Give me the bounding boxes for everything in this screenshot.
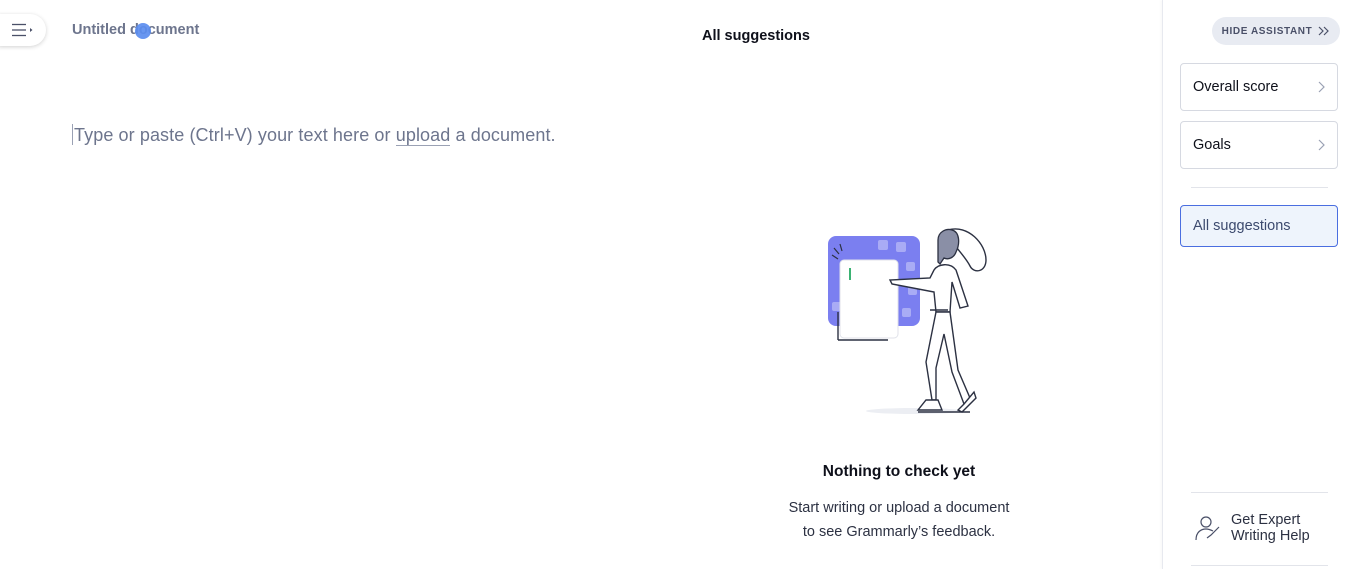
- main-menu-button[interactable]: [0, 14, 46, 46]
- empty-state-description: Start writing or upload a document to se…: [722, 496, 1076, 544]
- editor-text-area[interactable]: Type or paste (Ctrl+V) your text here or…: [72, 124, 556, 146]
- editor-placeholder-text: Type or paste (Ctrl+V) your text here or: [74, 125, 396, 145]
- overall-score-card[interactable]: Overall score: [1180, 63, 1338, 111]
- goals-label: Goals: [1193, 137, 1231, 153]
- sidebar-divider: [1191, 565, 1328, 566]
- hide-assistant-button[interactable]: HIDE ASSISTANT: [1212, 17, 1340, 45]
- expert-help-line-1: Get Expert: [1231, 512, 1301, 528]
- hide-assistant-label: HIDE ASSISTANT: [1221, 25, 1313, 37]
- goals-card[interactable]: Goals: [1180, 121, 1338, 169]
- sidebar-divider: [1191, 492, 1328, 493]
- double-chevron-right-icon: [1318, 26, 1330, 36]
- sidebar-divider: [1191, 187, 1328, 188]
- empty-state-illustration: [828, 228, 987, 414]
- expert-help-line-2: Writing Help: [1231, 528, 1310, 544]
- expert-person-icon: [1195, 516, 1220, 541]
- pointer-cursor-indicator: [135, 23, 151, 39]
- empty-state-title: Nothing to check yet: [822, 463, 976, 480]
- suggestions-heading: All suggestions: [702, 28, 810, 44]
- editor-placeholder-text-end: a document.: [450, 125, 556, 145]
- empty-state-line-2: to see Grammarly’s feedback.: [802, 524, 996, 540]
- empty-state-line-1: Start writing or upload a document: [788, 500, 1010, 516]
- hamburger-menu-icon: [12, 23, 33, 37]
- all-suggestions-card[interactable]: All suggestions: [1180, 205, 1338, 247]
- overall-score-label: Overall score: [1193, 79, 1279, 95]
- assistant-sidebar: HIDE ASSISTANT Overall score Goals All s…: [1162, 0, 1346, 569]
- chevron-right-icon: [1318, 81, 1325, 93]
- all-suggestions-label: All suggestions: [1193, 218, 1291, 234]
- get-expert-help-button[interactable]: Get Expert Writing Help: [1193, 508, 1333, 548]
- upload-link[interactable]: upload: [395, 125, 451, 146]
- text-caret: [72, 124, 73, 145]
- expert-help-label: Get Expert Writing Help: [1231, 512, 1310, 544]
- chevron-right-icon: [1318, 139, 1325, 151]
- grammarly-editor-app: Untitled document Type or paste (Ctrl+V)…: [0, 0, 1346, 569]
